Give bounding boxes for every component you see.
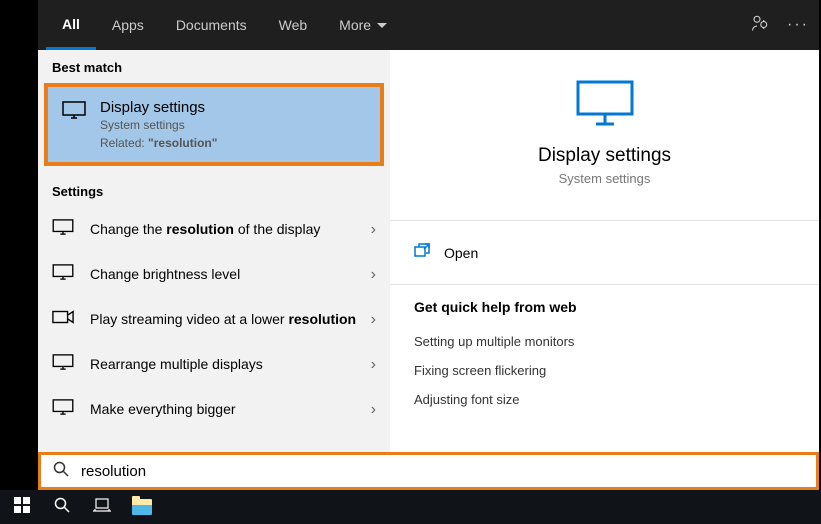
search-input[interactable] — [81, 463, 804, 480]
folder-icon — [132, 499, 152, 515]
tab-all[interactable]: All — [46, 0, 96, 50]
monitor-icon — [52, 264, 76, 285]
help-link[interactable]: Adjusting font size — [414, 385, 795, 414]
detail-column: Display settings System settings Open Ge… — [390, 50, 819, 490]
open-icon — [414, 243, 430, 262]
windows-icon — [14, 497, 30, 518]
tab-documents[interactable]: Documents — [160, 0, 263, 50]
monitor-icon — [52, 399, 76, 420]
results-column: Best match Display settings System setti… — [38, 50, 390, 490]
search-box[interactable] — [38, 452, 819, 490]
help-header: Get quick help from web — [414, 299, 795, 315]
file-explorer[interactable] — [122, 490, 162, 524]
taskbar-search[interactable] — [42, 490, 82, 524]
section-settings: Settings — [38, 174, 390, 207]
setting-item[interactable]: Rearrange multiple displays › — [38, 342, 390, 387]
search-icon — [54, 497, 70, 518]
divider — [390, 284, 819, 285]
monitor-icon — [52, 219, 76, 240]
header-icons: ··· — [751, 14, 809, 37]
detail-hero: Display settings System settings — [414, 70, 795, 206]
setting-item[interactable]: Change brightness level › — [38, 252, 390, 297]
open-label: Open — [444, 245, 478, 261]
setting-label: Rearrange multiple displays — [90, 355, 363, 375]
best-match-item[interactable]: Display settings System settings Related… — [44, 83, 384, 166]
chevron-right-icon: › — [371, 221, 376, 239]
tab-web[interactable]: Web — [263, 0, 324, 50]
chevron-down-icon — [377, 23, 387, 28]
content-area: Best match Display settings System setti… — [38, 50, 819, 490]
monitor-icon — [52, 354, 76, 375]
tab-apps[interactable]: Apps — [96, 0, 160, 50]
setting-label: Change the resolution of the display — [90, 220, 363, 240]
monitor-icon — [62, 101, 86, 150]
search-icon — [53, 461, 69, 482]
section-best-match: Best match — [38, 50, 390, 83]
help-links: Setting up multiple monitorsFixing scree… — [414, 327, 795, 414]
feedback-icon[interactable] — [751, 14, 769, 37]
setting-item[interactable]: Change the resolution of the display › — [38, 207, 390, 252]
monitor-icon — [414, 80, 795, 131]
detail-title: Display settings — [414, 145, 795, 167]
setting-item[interactable]: Play streaming video at a lower resoluti… — [38, 297, 390, 342]
setting-label: Make everything bigger — [90, 400, 363, 420]
detail-subtitle: System settings — [414, 171, 795, 186]
task-view[interactable] — [82, 490, 122, 524]
open-action[interactable]: Open — [414, 235, 795, 270]
tab-more-label: More — [339, 17, 371, 33]
setting-label: Change brightness level — [90, 265, 363, 285]
taskview-icon — [93, 498, 111, 517]
more-icon[interactable]: ··· — [787, 16, 809, 34]
setting-item[interactable]: Make everything bigger › — [38, 387, 390, 432]
chevron-right-icon: › — [371, 266, 376, 284]
chevron-right-icon: › — [371, 356, 376, 374]
best-match-text: Display settings System settings Related… — [100, 99, 366, 150]
taskbar — [0, 490, 821, 524]
start-button[interactable] — [2, 490, 42, 524]
search-panel: All Apps Documents Web More ··· Best mat… — [38, 0, 819, 490]
search-tabs: All Apps Documents Web More ··· — [38, 0, 819, 50]
help-link[interactable]: Setting up multiple monitors — [414, 327, 795, 356]
best-match-title: Display settings — [100, 99, 366, 116]
settings-list: Change the resolution of the display›Cha… — [38, 207, 390, 432]
camera-icon — [52, 309, 76, 330]
best-match-related: Related: "resolution" — [100, 136, 366, 150]
chevron-right-icon: › — [371, 311, 376, 329]
divider — [390, 220, 819, 221]
best-match-subtitle: System settings — [100, 118, 366, 132]
setting-label: Play streaming video at a lower resoluti… — [90, 310, 363, 330]
tab-more[interactable]: More — [323, 0, 403, 50]
help-link[interactable]: Fixing screen flickering — [414, 356, 795, 385]
chevron-right-icon: › — [371, 401, 376, 419]
